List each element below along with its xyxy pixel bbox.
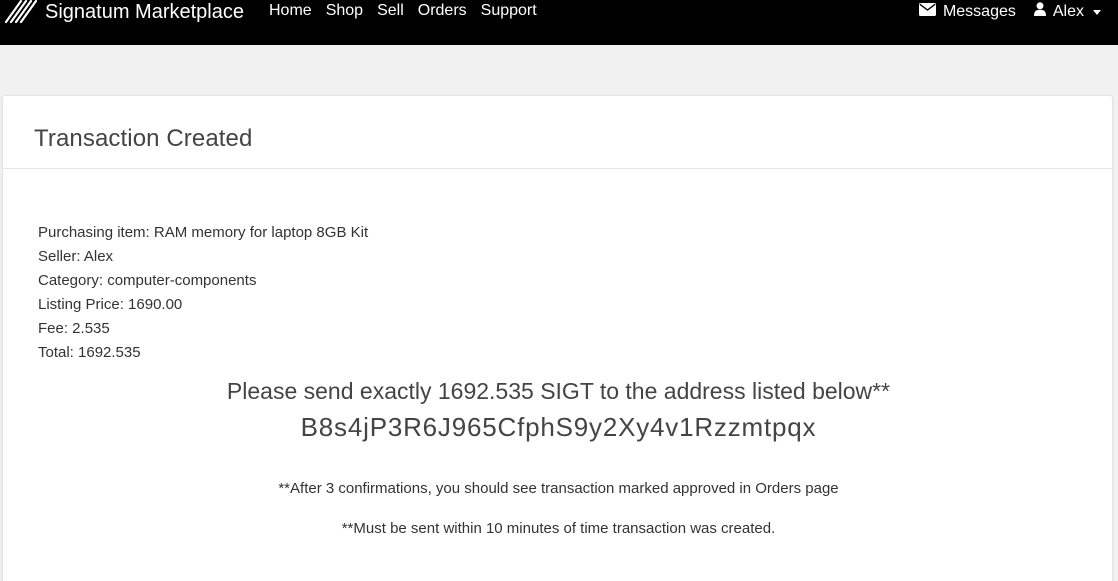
nav-orders-link[interactable]: Orders <box>418 2 467 20</box>
signatum-logo-icon <box>4 0 38 29</box>
brand-name: Signatum Marketplace <box>45 0 244 23</box>
confirmation-note: **After 3 confirmations, you should see … <box>278 480 839 497</box>
time-limit-note: **Must be sent within 10 minutes of time… <box>341 520 776 537</box>
fee: Fee: 2.535 <box>38 320 110 337</box>
envelope-icon <box>918 2 936 21</box>
category: Category: computer-components <box>38 272 257 289</box>
nav-shop-link[interactable]: Shop <box>326 2 363 20</box>
brand-link[interactable]: Signatum Marketplace <box>4 0 244 26</box>
page-title: Transaction Created <box>34 125 253 152</box>
purchase-details: Purchasing item: RAM memory for laptop 8… <box>38 221 368 365</box>
user-name: Alex <box>1052 2 1084 20</box>
top-navbar: Signatum Marketplace Home Shop Sell Orde… <box>0 0 1118 45</box>
total: Total: 1692.535 <box>38 344 141 361</box>
messages-label: Messages <box>942 2 1016 20</box>
listing-price: Listing Price: 1690.00 <box>38 296 183 313</box>
user-icon <box>1033 2 1046 21</box>
transaction-panel: Transaction Created Purchasing item: RAM… <box>2 95 1113 581</box>
caret-down-icon <box>1093 10 1101 15</box>
main-nav: Home Shop Sell Orders Support <box>269 2 537 20</box>
nav-right: Messages Alex <box>918 2 1101 21</box>
purchasing-item: Purchasing item: RAM memory for laptop 8… <box>38 224 369 241</box>
user-menu-dropdown[interactable]: Alex <box>1033 2 1101 21</box>
seller: Seller: Alex <box>38 248 114 265</box>
nav-sell-link[interactable]: Sell <box>377 2 404 20</box>
messages-link[interactable]: Messages <box>918 2 1016 21</box>
payment-instruction: Please send exactly 1692.535 SIGT to the… <box>226 378 891 404</box>
payment-address: B8s4jP3R6J965CfphS9y2Xy4v1Rzzmtpqx <box>300 412 817 442</box>
nav-support-link[interactable]: Support <box>481 2 537 20</box>
panel-heading: Transaction Created <box>3 96 1112 169</box>
nav-home-link[interactable]: Home <box>269 2 312 20</box>
